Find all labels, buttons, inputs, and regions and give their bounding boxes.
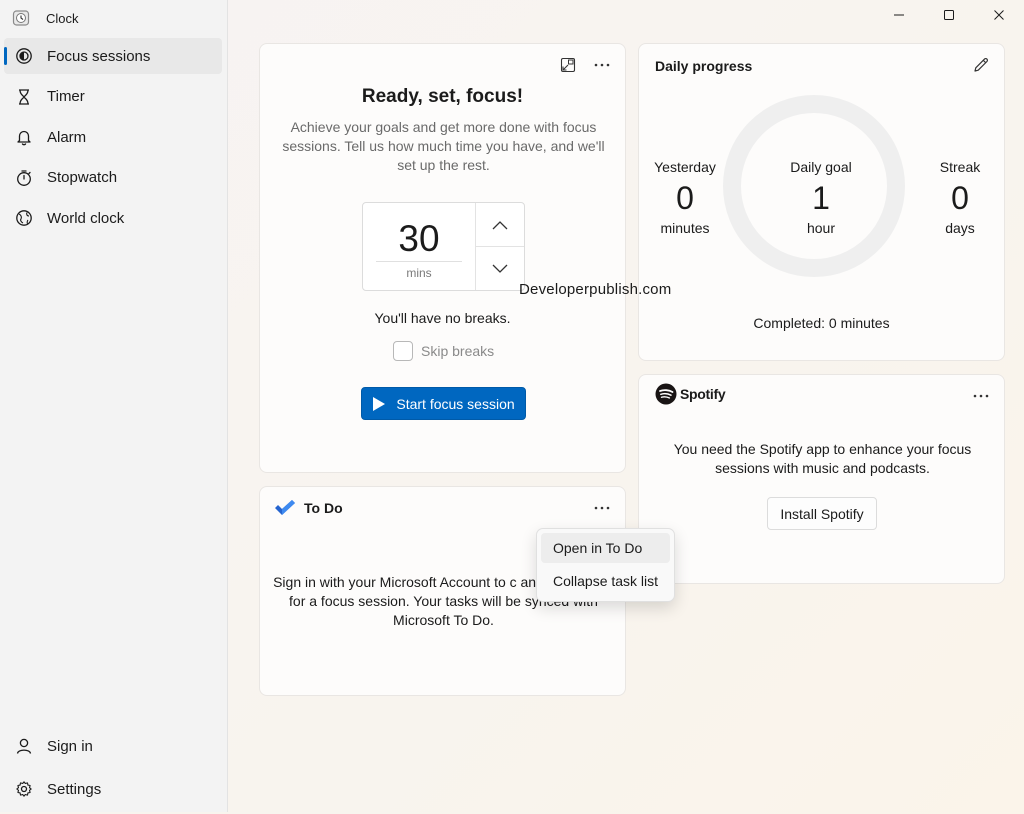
sidebar-item-label: World clock	[47, 209, 125, 227]
more-options-icon	[973, 394, 989, 398]
spotify-card: Spotify You need the Spotify app to enha…	[638, 374, 1005, 584]
bell-icon	[14, 127, 34, 147]
compact-overlay-button[interactable]	[555, 54, 581, 76]
stopwatch-icon	[14, 168, 34, 188]
spotify-card-tools	[968, 385, 994, 407]
daily-goal-label: Daily goal	[790, 159, 852, 175]
yesterday-stat: Yesterday 0 minutes	[651, 159, 719, 236]
stepper-value-area[interactable]: 30 mins	[363, 203, 476, 290]
start-focus-session-button[interactable]: Start focus session	[361, 387, 526, 420]
todo-more-button[interactable]	[589, 497, 615, 519]
app-title: Clock	[46, 10, 79, 26]
spotify-logo-icon	[655, 383, 677, 405]
chevron-up-icon	[492, 220, 508, 229]
hourglass-icon	[14, 87, 34, 107]
completed-text: Completed: 0 minutes	[753, 315, 890, 331]
sidebar-item-label: Settings	[47, 780, 102, 798]
skip-breaks-row[interactable]: Skip breaks	[393, 341, 494, 361]
spotify-header: Spotify	[655, 383, 726, 405]
daily-goal-value: 1	[812, 180, 830, 216]
daily-progress-card: Daily progress Yesterday 0 minutes Daily…	[638, 43, 1005, 361]
edit-goals-button[interactable]	[968, 54, 994, 76]
yesterday-label: Yesterday	[654, 159, 716, 175]
skip-breaks-label: Skip breaks	[421, 343, 495, 359]
skip-breaks-checkbox[interactable]	[393, 341, 413, 361]
watermark-text: Developerpublish.com	[519, 281, 672, 298]
focus-minutes-unit: mins	[376, 261, 462, 280]
focus-session-card: Ready, set, focus! Achieve your goals an…	[259, 43, 626, 473]
todo-logo-icon	[274, 499, 296, 517]
minimize-button[interactable]	[874, 0, 924, 30]
sidebar-item-label: Timer	[47, 88, 85, 105]
sidebar-nav: Focus sessions Timer Alarm Stopwatch Wor…	[4, 38, 222, 241]
focus-minutes-stepper[interactable]: 30 mins	[362, 202, 525, 291]
daily-goal-unit: hour	[806, 220, 836, 236]
todo-title: To Do	[304, 500, 343, 516]
compact-overlay-icon	[560, 57, 576, 73]
spotify-more-button[interactable]	[968, 385, 994, 407]
install-spotify-button[interactable]: Install Spotify	[767, 497, 877, 530]
chevron-down-icon	[492, 264, 508, 273]
streak-unit: days	[945, 220, 975, 236]
more-options-icon	[594, 506, 610, 510]
spotify-message: You need the Spotify app to enhance your…	[673, 441, 972, 476]
streak-label: Streak	[939, 159, 981, 175]
todo-context-menu: Open in To Do Collapse task list	[536, 528, 675, 602]
play-icon	[372, 396, 386, 412]
todo-card-tools	[589, 497, 615, 519]
close-icon	[994, 10, 1004, 20]
gear-icon	[14, 779, 34, 799]
sidebar-item-stopwatch[interactable]: Stopwatch	[4, 160, 222, 196]
streak-value: 0	[951, 180, 969, 216]
todo-header: To Do	[274, 499, 343, 517]
app-title-bar: Clock	[12, 6, 79, 30]
menu-item-open-in-todo[interactable]: Open in To Do	[541, 533, 670, 563]
focus-minutes-value: 30	[398, 218, 440, 259]
close-button[interactable]	[974, 0, 1024, 30]
decrease-minutes-button[interactable]	[476, 247, 524, 290]
maximize-icon	[944, 10, 954, 20]
focus-card-tools	[555, 54, 615, 76]
pencil-icon	[974, 58, 988, 72]
start-focus-label: Start focus session	[396, 395, 515, 412]
clock-window: Clock Focus sessions Timer Alarm Stopwat…	[0, 0, 1024, 814]
window-controls	[874, 0, 1024, 30]
sidebar-item-world-clock[interactable]: World clock	[4, 200, 222, 236]
maximize-button[interactable]	[924, 0, 974, 30]
breaks-info: You'll have no breaks.	[374, 310, 511, 326]
streak-stat: Streak 0 days	[931, 159, 989, 236]
sidebar-item-label: Focus sessions	[47, 47, 151, 65]
sidebar-item-settings[interactable]: Settings	[4, 771, 222, 807]
progress-card-tools	[968, 54, 994, 76]
yesterday-value: 0	[676, 180, 694, 216]
focus-more-button[interactable]	[589, 54, 615, 76]
stepper-arrows	[476, 203, 524, 290]
sidebar-item-sign-in[interactable]: Sign in	[4, 728, 222, 764]
minimize-icon	[894, 14, 904, 16]
sidebar-item-label: Sign in	[47, 737, 93, 755]
person-icon	[14, 736, 34, 756]
yesterday-unit: minutes	[660, 220, 710, 236]
sidebar-item-label: Stopwatch	[47, 169, 118, 186]
clock-app-icon	[12, 9, 30, 27]
spotify-brand: Spotify	[680, 386, 726, 402]
menu-item-collapse-task-list[interactable]: Collapse task list	[541, 566, 670, 596]
sidebar: Clock Focus sessions Timer Alarm Stopwat…	[0, 0, 228, 812]
increase-minutes-button[interactable]	[476, 203, 524, 247]
focus-icon	[14, 46, 34, 66]
daily-goal-stat: Daily goal 1 hour	[771, 159, 871, 236]
globe-icon	[14, 208, 34, 228]
sidebar-bottom-nav: Sign in Settings	[4, 728, 222, 814]
sidebar-item-focus-sessions[interactable]: Focus sessions	[4, 38, 222, 74]
focus-description: Achieve your goals and get more done wit…	[282, 119, 605, 173]
sidebar-item-label: Alarm	[47, 128, 87, 146]
more-options-icon	[594, 63, 610, 67]
sidebar-item-timer[interactable]: Timer	[4, 79, 222, 115]
sidebar-item-alarm[interactable]: Alarm	[4, 119, 222, 155]
focus-title: Ready, set, focus!	[361, 86, 524, 107]
daily-progress-title: Daily progress	[655, 58, 753, 74]
